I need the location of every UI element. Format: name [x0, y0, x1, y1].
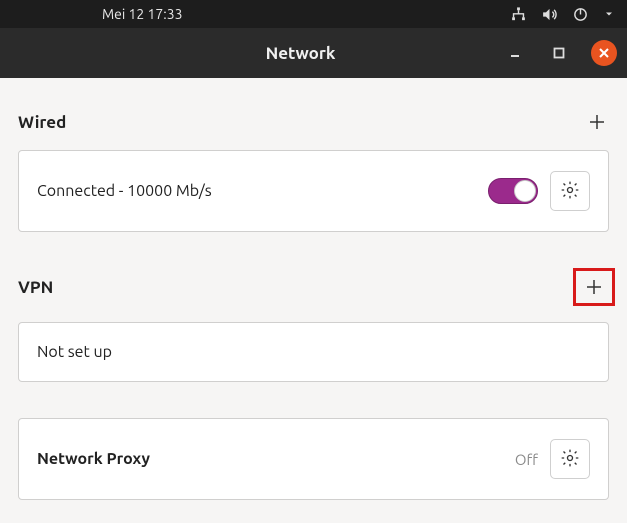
volume-icon — [541, 6, 558, 23]
wired-section-title: Wired — [18, 113, 66, 132]
proxy-title: Network Proxy — [37, 450, 150, 468]
window-titlebar: Network — [0, 28, 627, 78]
vpn-section: VPN Not set up — [18, 268, 609, 382]
vpn-section-title: VPN — [18, 278, 53, 297]
wired-connection-row: Connected - 10000 Mb/s — [18, 150, 609, 232]
proxy-row: Network Proxy Off — [18, 418, 609, 500]
window-title: Network — [98, 44, 503, 63]
chevron-down-icon — [603, 8, 615, 20]
vpn-status-row: Not set up — [18, 322, 609, 382]
wired-section: Wired Connected - 10000 Mb/s — [18, 110, 609, 232]
wired-add-button[interactable] — [585, 110, 609, 134]
system-bar: Mei 12 17:33 — [0, 0, 627, 28]
vpn-add-button[interactable] — [582, 275, 606, 299]
clock: Mei 12 17:33 — [102, 6, 183, 22]
wired-settings-button[interactable] — [550, 171, 590, 211]
power-icon — [572, 6, 589, 23]
vpn-add-highlight — [573, 268, 615, 306]
settings-content: Wired Connected - 10000 Mb/s VPN — [0, 78, 627, 500]
wired-status-label: Connected - 10000 Mb/s — [37, 182, 212, 200]
toggle-knob — [514, 180, 536, 202]
window-maximize-button[interactable] — [547, 41, 571, 65]
window-minimize-button[interactable] — [503, 41, 527, 65]
proxy-section: Network Proxy Off — [18, 418, 609, 500]
gear-icon — [560, 448, 580, 471]
gear-icon — [560, 180, 580, 203]
network-icon — [510, 6, 527, 23]
system-indicators[interactable] — [510, 6, 615, 23]
proxy-settings-button[interactable] — [550, 439, 590, 479]
window-close-button[interactable] — [591, 40, 617, 66]
proxy-status-label: Off — [515, 451, 538, 468]
wired-toggle[interactable] — [488, 178, 538, 204]
vpn-status-label: Not set up — [37, 343, 112, 361]
